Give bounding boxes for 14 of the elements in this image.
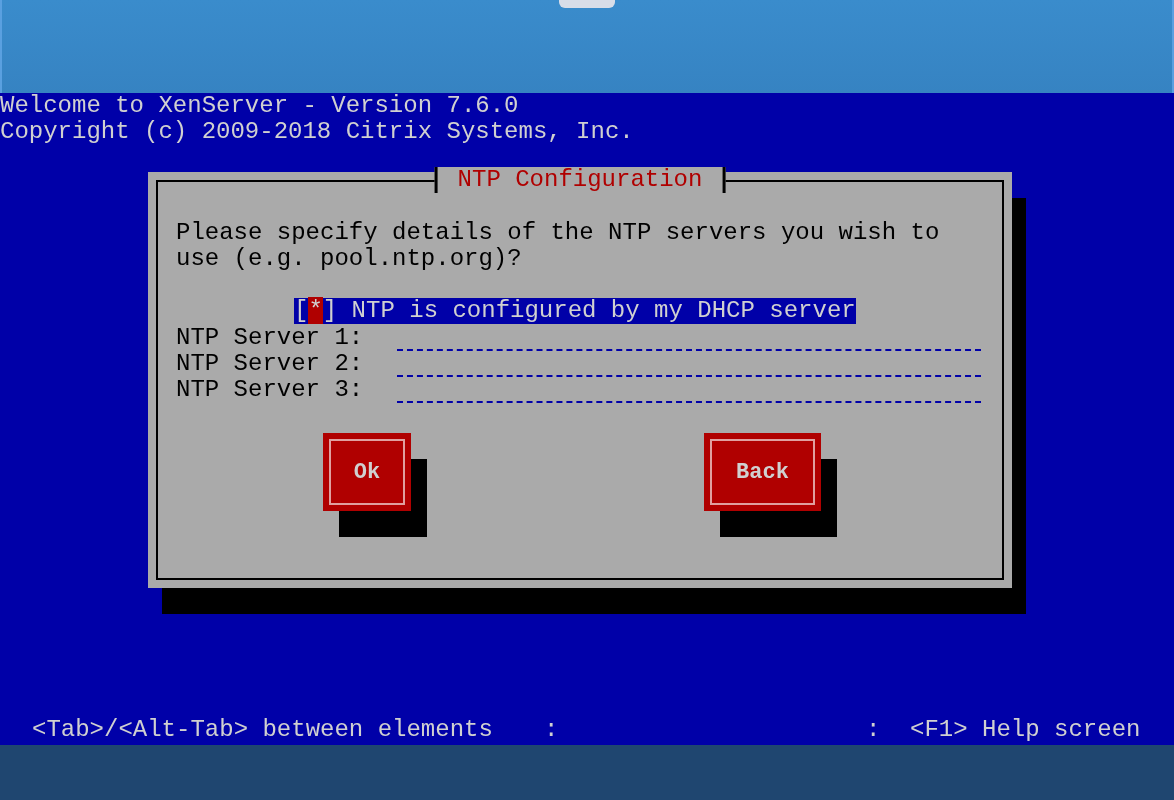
- header-text: Welcome to XenServer - Version 7.6.0: [0, 93, 520, 119]
- server-label: NTP Server 3:: [176, 375, 365, 403]
- status-text: <Tab>/<Alt-Tab> between elements: [32, 717, 493, 743]
- server-label: NTP Server 1:: [176, 323, 365, 351]
- toolbar-handle[interactable]: [559, 0, 615, 8]
- server-label: NTP Server 2:: [176, 349, 365, 377]
- status-text: <F1> Help screen: [910, 717, 1141, 743]
- header-text: Copyright (c) 2009-2018 Citrix Systems, Inc.: [0, 119, 635, 145]
- message-text: Please specify details of the NTP servers you wish to: [176, 220, 941, 246]
- dialog-title: NTP Configuration: [434, 167, 726, 193]
- message-text: use (e.g. pool.ntp.org)?: [176, 246, 523, 272]
- dhcp-checkbox[interactable]: [*] NTP is configured by my DHCP server: [294, 298, 856, 324]
- status-separator: :: [544, 717, 559, 743]
- status-separator: :: [866, 717, 881, 743]
